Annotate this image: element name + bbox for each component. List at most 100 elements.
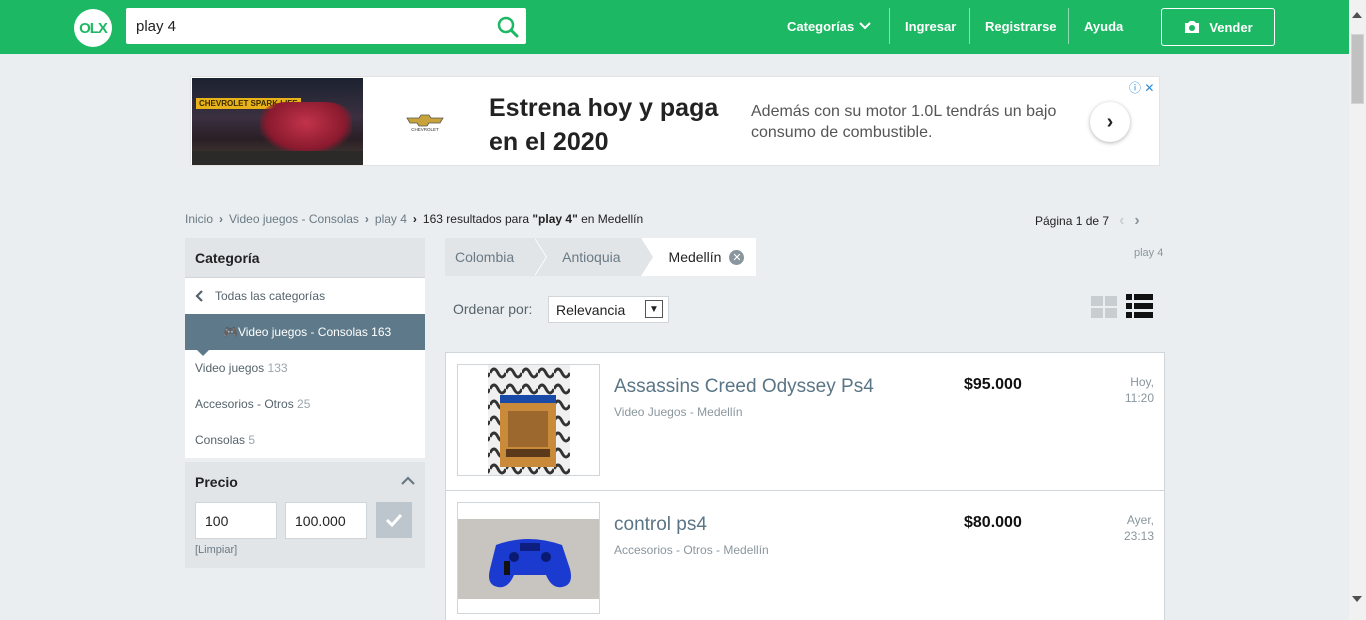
result-prefix: resultados para — [446, 212, 530, 226]
selected-category[interactable]: 🎮Video juegos - Consolas 163 — [185, 314, 425, 356]
listing-image[interactable] — [457, 364, 600, 476]
nav-ingresar[interactable]: Ingresar — [905, 8, 956, 44]
location-medellin: Medellín ✕ — [640, 238, 757, 276]
sort-label: Ordenar por: — [453, 301, 533, 317]
chevron-up-icon[interactable] — [401, 476, 415, 486]
listing-image[interactable] — [457, 502, 600, 614]
price-clear-link[interactable]: [Limpiar] — [195, 544, 415, 556]
breadcrumb-chevron-icon: › — [364, 212, 369, 226]
breadcrumb-categoria[interactable]: Video juegos - Consolas — [229, 212, 359, 226]
category-item-accesorios[interactable]: Accesorios - Otros 25 — [185, 386, 425, 422]
category-count: 5 — [248, 433, 256, 447]
ad-car-image[interactable]: CHEVROLET SPARK LIFE — [192, 78, 363, 165]
list-view-icon[interactable] — [1126, 294, 1153, 318]
prev-page-icon[interactable]: ‹ — [1119, 212, 1124, 230]
olx-logo[interactable]: OLX — [74, 9, 112, 47]
price-heading: Precio — [195, 474, 238, 490]
listing-date: Ayer, 23:13 — [1086, 512, 1154, 544]
price-max-input[interactable] — [285, 502, 367, 539]
listing-date-time: 23:13 — [1123, 529, 1154, 543]
price-apply-button[interactable] — [376, 502, 412, 538]
listing-date-day: Ayer, — [1126, 513, 1154, 527]
result-summary: 163 resultados para "play 4" en Medellín — [423, 212, 643, 226]
filter-sidebar: Categoría Todas las categorías 🎮Video ju… — [185, 238, 425, 568]
controller-image — [458, 519, 599, 599]
listing-date: Hoy, 11:20 — [1086, 374, 1154, 406]
category-label: Consolas — [195, 433, 246, 447]
listing-results: Assassins Creed Odyssey Ps4 Video Juegos… — [445, 352, 1165, 620]
category-item-consolas[interactable]: Consolas 5 — [185, 422, 425, 458]
nav-categorias-label: Categorías — [787, 18, 855, 34]
listing-date-time: 11:20 — [1124, 391, 1154, 405]
camera-icon — [1185, 21, 1200, 33]
nav-ayuda-label: Ayuda — [1084, 18, 1124, 34]
road-shape — [192, 151, 363, 165]
nav-ayuda[interactable]: Ayuda — [1084, 8, 1123, 44]
sort-select[interactable]: Relevancia ▼ — [548, 296, 669, 323]
category-item-video-juegos[interactable]: Video juegos 133 — [185, 350, 425, 386]
category-label: Accesorios - Otros — [195, 397, 294, 411]
nav-registrarse-label: Registrarse — [985, 18, 1057, 34]
search-icon[interactable] — [496, 15, 520, 39]
nav-categorias[interactable]: Categorías — [787, 8, 872, 44]
selected-category-count: 163 — [371, 325, 392, 339]
nav-divider — [889, 8, 890, 44]
ad-info-icon[interactable]: ⓘ ✕ — [1129, 79, 1154, 96]
nav-divider — [969, 8, 970, 44]
chevrolet-logo: CHEVROLET — [406, 114, 444, 132]
breadcrumb-inicio[interactable]: Inicio — [185, 212, 213, 226]
nav-ingresar-label: Ingresar — [905, 18, 957, 34]
grid-view-icon[interactable] — [1091, 296, 1117, 318]
nav-registrarse[interactable]: Registrarse — [985, 8, 1057, 44]
ad-headline[interactable]: Estrena hoy y paga en el 2020 — [489, 91, 729, 159]
ad-body-text: Además con su motor 1.0L tendrás un bajo… — [751, 103, 1057, 141]
location-antioquia[interactable]: Antioquia — [534, 238, 654, 276]
listing-title[interactable]: control ps4 — [614, 514, 707, 536]
scroll-down-icon[interactable] — [1352, 596, 1362, 602]
result-query: "play 4" — [532, 212, 578, 226]
breadcrumb: Inicio › Video juegos - Consolas › play … — [185, 212, 643, 226]
scroll-up-icon[interactable] — [1352, 12, 1362, 18]
category-heading: Categoría — [185, 238, 425, 278]
vender-button[interactable]: Vender — [1161, 8, 1275, 46]
category-list: Todas las categorías 🎮Video juegos - Con… — [185, 278, 425, 458]
breadcrumb-chevron-icon: › — [412, 212, 417, 226]
scroll-thumb[interactable] — [1351, 34, 1364, 104]
listing-title[interactable]: Assassins Creed Odyssey Ps4 — [614, 376, 874, 398]
list-item[interactable]: Assassins Creed Odyssey Ps4 Video Juegos… — [446, 353, 1164, 491]
remove-location-icon[interactable]: ✕ — [729, 249, 745, 265]
location-colombia[interactable]: Colombia — [445, 238, 548, 276]
car-shape — [260, 102, 352, 154]
listing-category: Video Juegos - Medellín — [614, 405, 743, 419]
check-icon — [385, 513, 403, 527]
breadcrumb-chevron-icon: › — [219, 212, 224, 226]
list-item[interactable]: control ps4 Accesorios - Otros - Medellí… — [446, 491, 1164, 620]
ad-next-button[interactable]: › — [1090, 102, 1130, 142]
listing-date-day: Hoy, — [1130, 375, 1154, 389]
result-suffix: en Medellín — [581, 212, 644, 226]
location-medellin-label: Medellín — [668, 249, 722, 265]
breadcrumb-query[interactable]: play 4 — [375, 212, 407, 226]
svg-text:CHEVROLET: CHEVROLET — [411, 127, 439, 132]
chevron-down-icon — [859, 22, 871, 30]
search-input[interactable] — [126, 8, 486, 44]
page-indicator: Página 1 de 7 — [1035, 214, 1110, 228]
location-breadcrumb: Colombia Antioquia Medellín ✕ — [445, 238, 757, 276]
category-count: 25 — [297, 397, 311, 411]
result-count: 163 — [422, 212, 443, 226]
all-categories-label: Todas las categorías — [215, 289, 326, 303]
ad-banner[interactable]: CHEVROLET SPARK LIFE CHEVROLET Estrena h… — [190, 76, 1160, 166]
chevron-down-icon: ▼ — [645, 300, 663, 318]
next-page-icon[interactable]: › — [1134, 212, 1139, 230]
vender-label: Vender — [1209, 19, 1253, 35]
price-min-input[interactable] — [195, 502, 277, 539]
all-categories-link[interactable]: Todas las categorías — [185, 278, 425, 314]
price-filter: Precio [Limpiar] — [185, 462, 425, 568]
page-scrollbar[interactable] — [1349, 0, 1366, 620]
selected-category-label: Video juegos - Consolas — [237, 325, 368, 339]
sort-value: Relevancia — [556, 302, 626, 318]
logo-text: OLX — [79, 19, 108, 37]
nav-divider — [1068, 8, 1069, 44]
search-tag: play 4 — [1134, 247, 1164, 259]
category-count: 133 — [267, 361, 288, 375]
